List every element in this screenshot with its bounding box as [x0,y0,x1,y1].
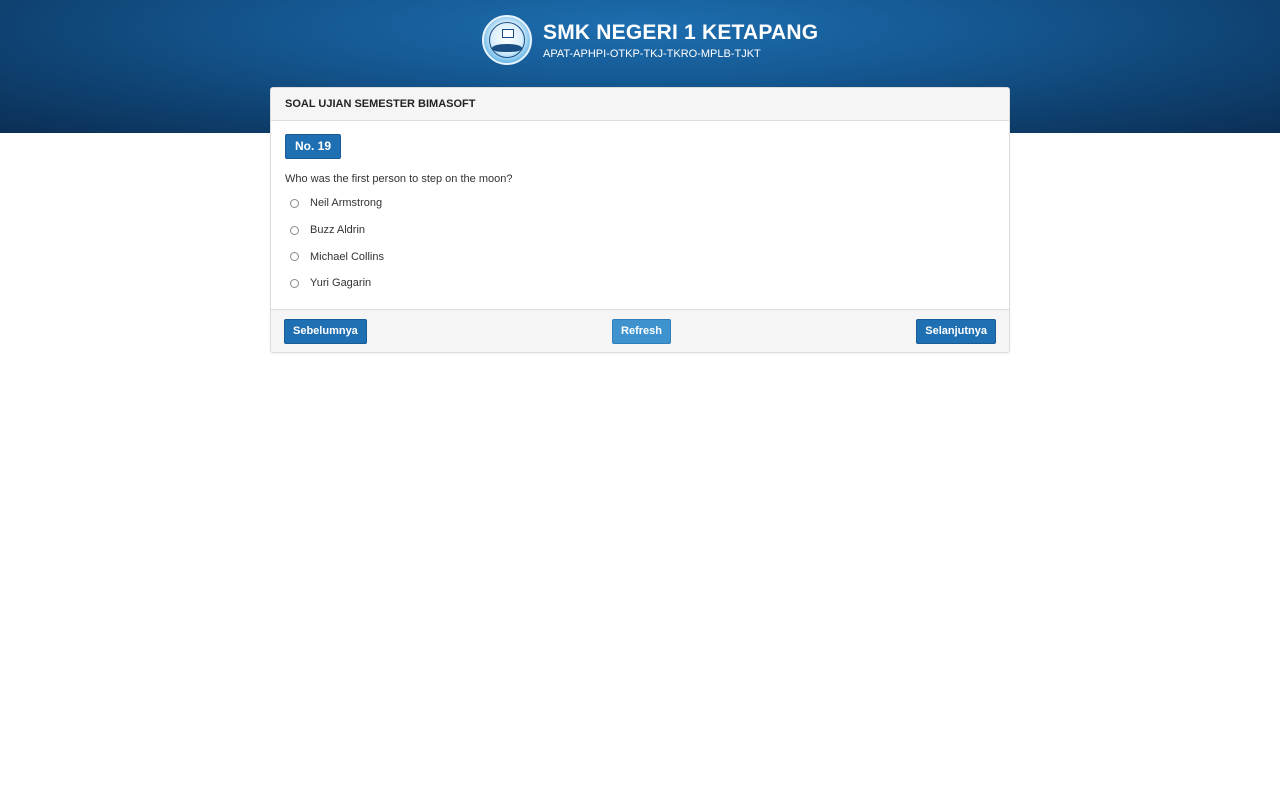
brand-text: SMK NEGERI 1 KETAPANG APAT-APHPI-OTKP-TK… [543,20,818,61]
question-text: Who was the first person to step on the … [285,173,513,185]
option-label: Michael Collins [310,250,384,263]
option-label: Buzz Aldrin [310,224,366,237]
option-c[interactable]: Michael Collins [285,243,995,270]
previous-button[interactable]: Sebelumnya [284,318,367,344]
school-brand: SMK NEGERI 1 KETAPANG APAT-APHPI-OTKP-TK… [482,15,818,65]
refresh-button[interactable]: Refresh [612,318,672,344]
radio-button[interactable] [290,278,299,288]
radio-button[interactable] [290,198,299,208]
option-label: Neil Armstrong [310,197,383,210]
exam-title: SOAL UJIAN SEMESTER BIMASOFT [271,88,1009,121]
school-emblem-icon [482,15,532,65]
radio-button[interactable] [290,225,299,235]
question-body: No. 19 Who was the first person to step … [271,121,1009,311]
next-button[interactable]: Selanjutnya [916,318,996,344]
option-d[interactable]: Yuri Gagarin [285,270,995,297]
question-number-button[interactable]: No. 19 [285,134,342,159]
exam-panel: SOAL UJIAN SEMESTER BIMASOFT No. 19 Who … [270,87,1010,353]
option-b[interactable]: Buzz Aldrin [285,217,995,244]
navigation-footer: Sebelumnya Refresh Selanjutnya [271,309,1009,352]
option-a[interactable]: Neil Armstrong [285,190,995,217]
school-name: SMK NEGERI 1 KETAPANG [543,20,819,44]
school-programs: APAT-APHPI-OTKP-TKJ-TKRO-MPLB-TJKT [543,47,761,60]
option-label: Yuri Gagarin [310,277,372,290]
radio-button[interactable] [290,252,299,262]
answer-options: Neil Armstrong Buzz Aldrin Michael Colli… [285,190,995,297]
